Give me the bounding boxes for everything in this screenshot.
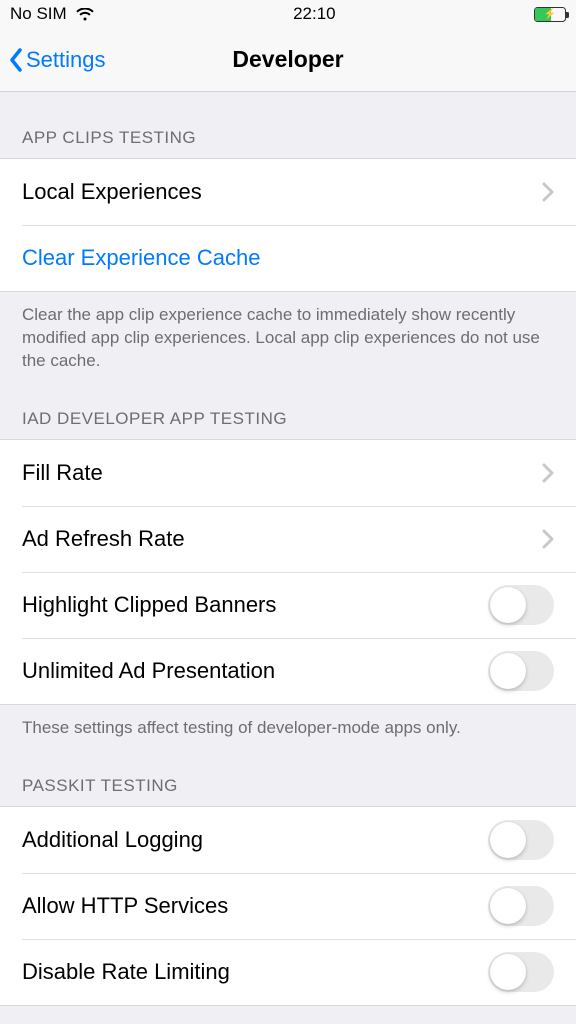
section-footer-iad: These settings affect testing of develop… [0, 705, 576, 740]
chevron-right-icon [542, 463, 554, 483]
section-header-iad: iAd Developer App Testing [0, 373, 576, 439]
group-app-clips: Local Experiences Clear Experience Cache [0, 158, 576, 292]
status-right: ⚡ [534, 7, 566, 22]
section-header-app-clips: App Clips Testing [0, 92, 576, 158]
section-footer-app-clips: Clear the app clip experience cache to i… [0, 292, 576, 373]
group-passkit: Additional Logging Allow HTTP Services D… [0, 806, 576, 1006]
cell-label: Local Experiences [22, 179, 534, 205]
chevron-left-icon [8, 48, 24, 72]
switch-unlimited-ad[interactable] [488, 651, 554, 691]
cell-unlimited-ad: Unlimited Ad Presentation [0, 638, 576, 704]
carrier-text: No SIM [10, 4, 67, 24]
cell-additional-logging: Additional Logging [0, 807, 576, 873]
cell-ad-refresh-rate[interactable]: Ad Refresh Rate [0, 506, 576, 572]
cell-label: Highlight Clipped Banners [22, 592, 488, 618]
cell-clear-cache[interactable]: Clear Experience Cache [0, 225, 576, 291]
cell-label: Fill Rate [22, 460, 534, 486]
wifi-icon [75, 7, 95, 21]
chevron-right-icon [542, 529, 554, 549]
cell-label: Clear Experience Cache [22, 245, 554, 271]
back-button[interactable]: Settings [8, 47, 106, 73]
status-left: No SIM [10, 4, 95, 24]
switch-additional-logging[interactable] [488, 820, 554, 860]
switch-highlight-clipped[interactable] [488, 585, 554, 625]
switch-disable-rate-limiting[interactable] [488, 952, 554, 992]
cell-highlight-clipped: Highlight Clipped Banners [0, 572, 576, 638]
cell-label: Disable Rate Limiting [22, 959, 488, 985]
chevron-right-icon [542, 182, 554, 202]
cell-label: Ad Refresh Rate [22, 526, 534, 552]
switch-allow-http[interactable] [488, 886, 554, 926]
content-scroll[interactable]: App Clips Testing Local Experiences Clea… [0, 92, 576, 1024]
cell-label: Additional Logging [22, 827, 488, 853]
status-time: 22:10 [293, 4, 336, 24]
battery-icon: ⚡ [534, 7, 566, 22]
back-label: Settings [26, 47, 106, 73]
cell-allow-http: Allow HTTP Services [0, 873, 576, 939]
cell-local-experiences[interactable]: Local Experiences [0, 159, 576, 225]
status-bar: No SIM 22:10 ⚡ [0, 0, 576, 28]
group-iad: Fill Rate Ad Refresh Rate Highlight Clip… [0, 439, 576, 705]
section-header-passkit: PassKit Testing [0, 740, 576, 806]
nav-bar: Settings Developer [0, 28, 576, 92]
cell-label: Unlimited Ad Presentation [22, 658, 488, 684]
cell-fill-rate[interactable]: Fill Rate [0, 440, 576, 506]
cell-label: Allow HTTP Services [22, 893, 488, 919]
cell-disable-rate-limiting: Disable Rate Limiting [0, 939, 576, 1005]
